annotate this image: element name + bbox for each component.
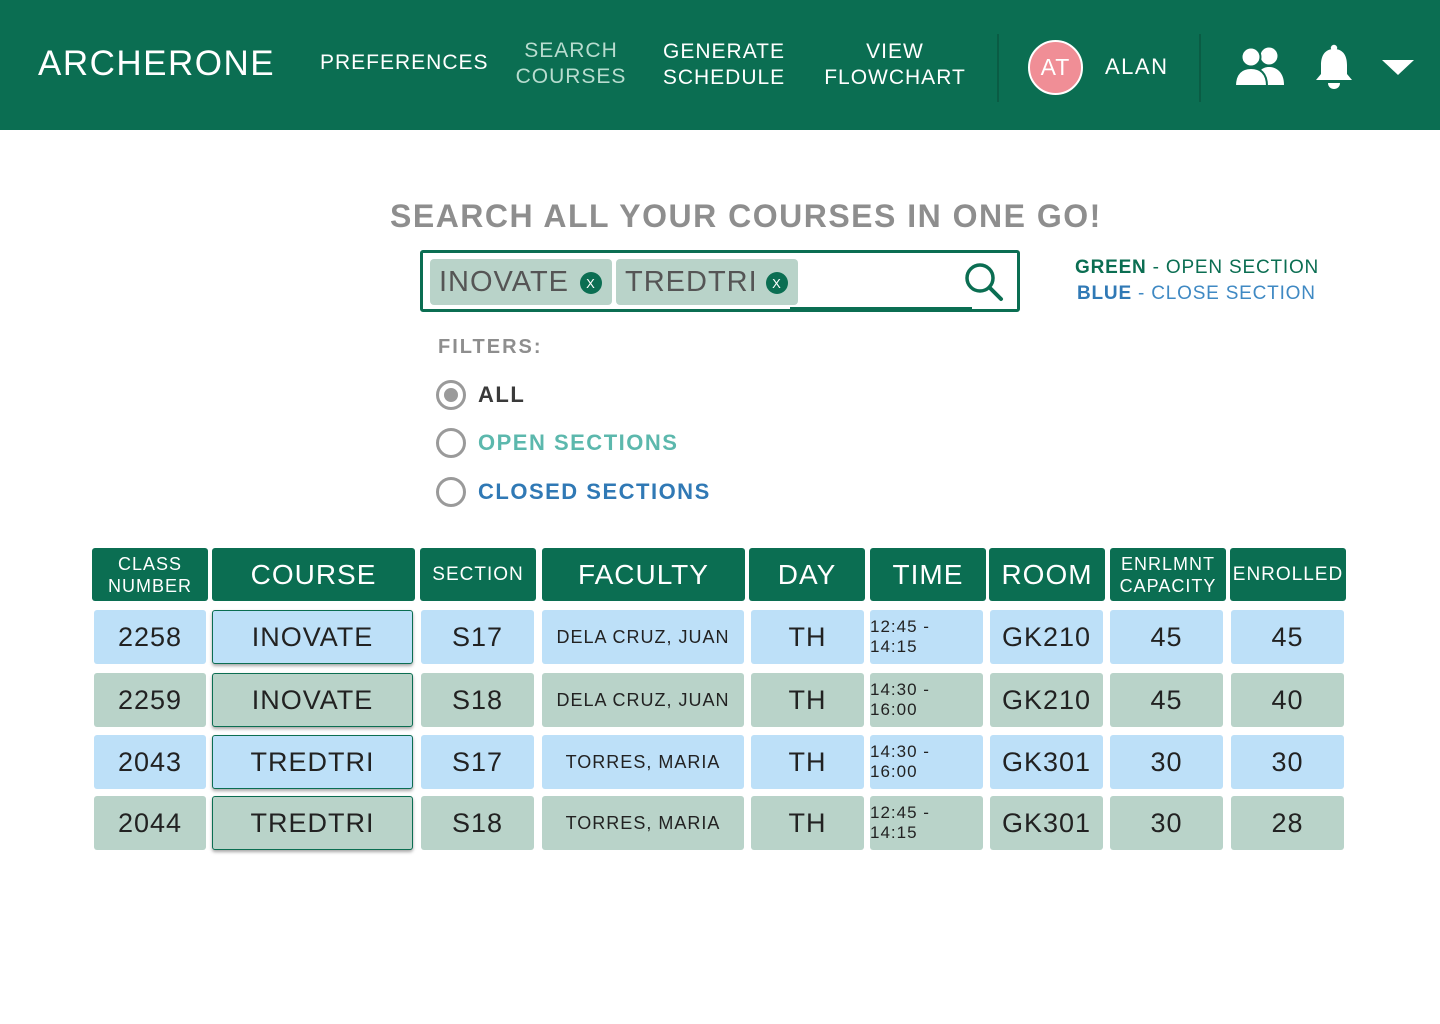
cell-section: S17 <box>421 735 534 789</box>
nav-divider <box>1199 34 1201 102</box>
cell-room: GK210 <box>990 610 1103 664</box>
nav-search-line1: SEARCH <box>524 39 618 62</box>
nav-divider <box>997 34 999 102</box>
bell-icon[interactable] <box>1314 44 1354 90</box>
filter-open-radio[interactable]: OPEN SECTIONS <box>436 428 678 458</box>
friends-icon[interactable] <box>1234 45 1286 87</box>
header-course: COURSE <box>212 548 415 601</box>
cell-room: GK301 <box>990 735 1103 789</box>
header-room: ROOM <box>989 548 1105 601</box>
chip-label: INOVATE <box>439 265 569 298</box>
color-legend: GREEN - OPEN SECTION BLUE - CLOSE SECTIO… <box>1075 255 1319 307</box>
header-time: TIME <box>870 548 986 601</box>
cell-course[interactable]: INOVATE <box>212 673 413 727</box>
filter-all-radio[interactable]: ALL <box>436 380 525 410</box>
header-text: NUMBER <box>107 575 192 596</box>
filter-open-label: OPEN SECTIONS <box>478 430 679 455</box>
cell-class-number: 2258 <box>94 610 206 664</box>
cell-section: S18 <box>421 673 534 727</box>
search-underline <box>790 307 972 309</box>
page-title: SEARCH ALL YOUR COURSES IN ONE GO! <box>390 198 1102 234</box>
cell-enrolled: 45 <box>1231 610 1344 664</box>
cell-enrolled: 40 <box>1231 673 1344 727</box>
close-icon[interactable]: X <box>766 272 788 294</box>
filters-label: FILTERS: <box>438 336 543 358</box>
legend-open: GREEN - OPEN SECTION <box>1075 255 1319 281</box>
radio-button-checked[interactable] <box>436 380 466 410</box>
cell-capacity: 30 <box>1110 735 1223 789</box>
nav-search-line2: COURSES <box>515 65 627 88</box>
header-day: DAY <box>749 548 865 601</box>
cell-capacity: 30 <box>1110 796 1223 850</box>
nav-generate-line1: GENERATE <box>663 40 785 63</box>
app-logo[interactable]: ARCHERONE <box>38 44 275 84</box>
cell-class-number: 2043 <box>94 735 206 789</box>
cell-enrolled: 28 <box>1231 796 1344 850</box>
cell-faculty: TORRES, MARIA <box>542 796 744 850</box>
header-text: ENRLMNT <box>1120 553 1215 574</box>
cell-section: S17 <box>421 610 534 664</box>
cell-room: GK210 <box>990 673 1103 727</box>
header-section: SECTION <box>420 548 536 601</box>
header-text: CAPACITY <box>1119 575 1217 596</box>
cell-course[interactable]: INOVATE <box>212 610 413 664</box>
cell-time: 14:30 - 16:00 <box>870 673 983 727</box>
header-class-number: CLASS NUMBER <box>92 548 208 601</box>
header-faculty: FACULTY <box>542 548 745 601</box>
cell-capacity: 45 <box>1110 610 1223 664</box>
cell-day: TH <box>751 673 864 727</box>
nav-search-courses[interactable]: SEARCH COURSES <box>514 38 628 90</box>
cell-room: GK301 <box>990 796 1103 850</box>
header-enrolled: ENROLLED <box>1230 548 1346 601</box>
cell-course[interactable]: TREDTRI <box>212 735 413 789</box>
cell-faculty: TORRES, MARIA <box>542 735 744 789</box>
nav-flowchart-line2: FLOWCHART <box>824 66 966 89</box>
cell-faculty: DELA CRUZ, JUAN <box>542 610 744 664</box>
search-chip: TREDTRI X <box>616 259 798 305</box>
cell-time: 12:45 - 14:15 <box>870 796 983 850</box>
search-icon[interactable] <box>963 261 1005 303</box>
radio-button[interactable] <box>436 477 466 507</box>
nav-generate-schedule[interactable]: GENERATE SCHEDULE <box>660 39 788 91</box>
search-chip: INOVATE X <box>430 259 612 305</box>
filter-closed-label: CLOSED SECTIONS <box>478 479 711 504</box>
legend-blue-key: BLUE <box>1077 283 1132 304</box>
filter-closed-radio[interactable]: CLOSED SECTIONS <box>436 477 711 507</box>
filter-all-label: ALL <box>478 382 526 407</box>
cell-capacity: 45 <box>1110 673 1223 727</box>
cell-class-number: 2044 <box>94 796 206 850</box>
legend-green-key: GREEN <box>1075 257 1147 278</box>
top-navbar: ARCHERONE PREFERENCES SEARCH COURSES GEN… <box>0 0 1440 130</box>
chevron-down-icon[interactable] <box>1380 56 1416 78</box>
cell-section: S18 <box>421 796 534 850</box>
legend-closed: BLUE - CLOSE SECTION <box>1077 281 1319 307</box>
cell-day: TH <box>751 735 864 789</box>
header-capacity: ENRLMNT CAPACITY <box>1110 548 1226 601</box>
nav-generate-line2: SCHEDULE <box>662 66 786 89</box>
cell-class-number: 2259 <box>94 673 206 727</box>
cell-time: 14:30 - 16:00 <box>870 735 983 789</box>
nav-preferences[interactable]: PREFERENCES <box>320 50 489 76</box>
header-text: CLASS <box>117 553 182 574</box>
nav-view-flowchart[interactable]: VIEW FLOWCHART <box>818 39 972 91</box>
course-search-input[interactable]: INOVATE X TREDTRI X <box>420 250 1020 312</box>
legend-green-text: - OPEN SECTION <box>1152 257 1320 278</box>
cell-day: TH <box>751 610 864 664</box>
cell-faculty: DELA CRUZ, JUAN <box>542 673 744 727</box>
radio-button[interactable] <box>436 428 466 458</box>
cell-day: TH <box>751 796 864 850</box>
close-icon[interactable]: X <box>580 272 602 294</box>
nav-flowchart-line1: VIEW <box>866 40 924 63</box>
legend-blue-text: - CLOSE SECTION <box>1138 283 1316 304</box>
cell-enrolled: 30 <box>1231 735 1344 789</box>
cell-course[interactable]: TREDTRI <box>212 796 413 850</box>
cell-time: 12:45 - 14:15 <box>870 610 983 664</box>
chip-label: TREDTRI <box>625 265 758 298</box>
avatar[interactable]: AT <box>1028 40 1083 95</box>
username[interactable]: ALAN <box>1105 54 1168 80</box>
